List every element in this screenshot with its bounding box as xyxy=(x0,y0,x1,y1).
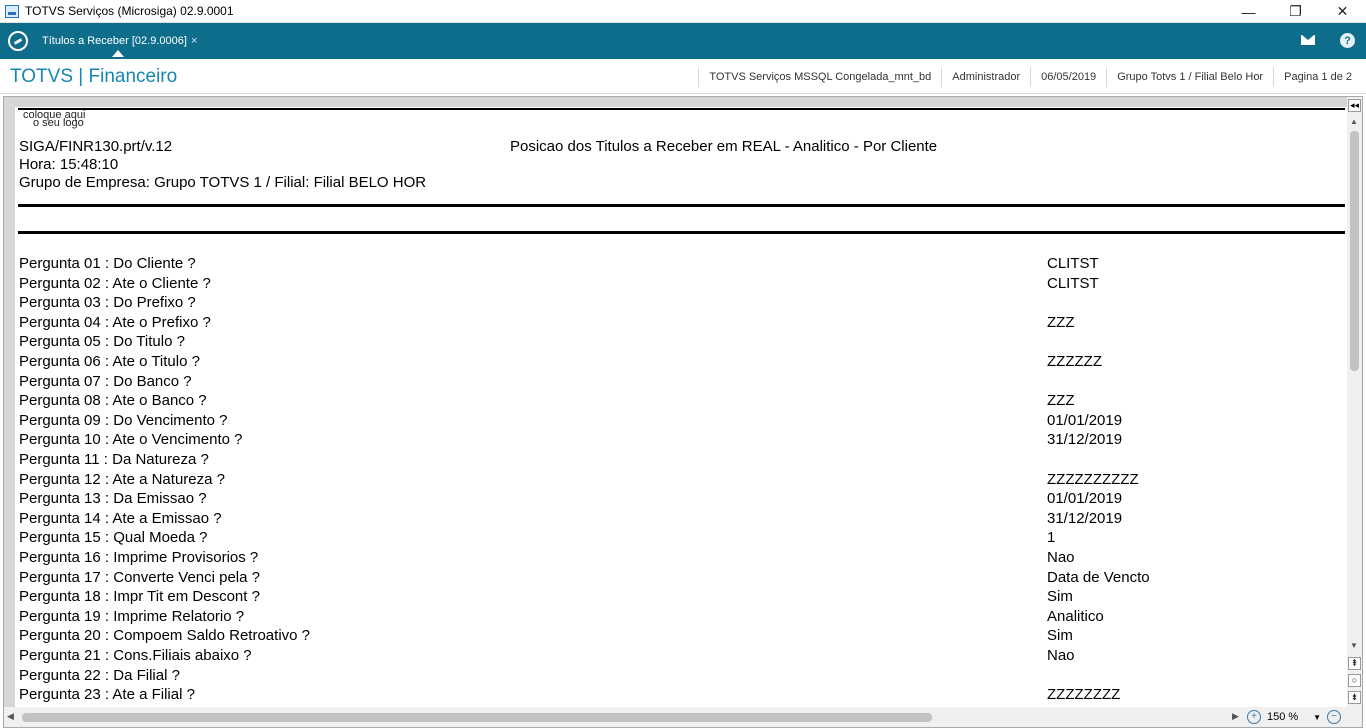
logo-line-2: o seu logo xyxy=(33,117,84,129)
horizontal-scrollbar[interactable]: ◀ ▶ xyxy=(4,707,1244,727)
scroll-right-arrow[interactable]: ▶ xyxy=(1232,711,1239,722)
question-label: Pergunta 23 : Ate a Filial ? xyxy=(19,686,195,703)
question-label: Pergunta 19 : Imprime Relatorio ? xyxy=(19,608,245,625)
question-label: Pergunta 13 : Da Emissao ? xyxy=(19,490,207,507)
tab-close-icon[interactable]: × xyxy=(191,35,197,47)
question-value: Sim xyxy=(1047,588,1073,605)
question-label: Pergunta 14 : Ate a Emissao ? xyxy=(19,510,222,527)
report-viewer: coloque aqui o seu logo SIGA/FINR130.prt… xyxy=(3,96,1363,728)
totvs-menu-icon[interactable] xyxy=(8,31,28,51)
question-label: Pergunta 02 : Ate o Cliente ? xyxy=(19,275,211,292)
horizontal-scroll-thumb[interactable] xyxy=(22,713,932,722)
question-value: ZZZZZZZZ xyxy=(1047,686,1121,703)
question-label: Pergunta 01 : Do Cliente ? xyxy=(19,255,196,272)
question-value: Analitico xyxy=(1047,608,1104,625)
page-up-button[interactable]: ⇞ xyxy=(1348,657,1361,670)
page-down-button[interactable]: ⇟ xyxy=(1348,691,1361,704)
question-label: Pergunta 16 : Imprime Provisorios ? xyxy=(19,549,259,566)
session-info: TOTVS Serviços MSSQL Congelada_mnt_bd Ad… xyxy=(698,59,1362,94)
question-label: Pergunta 04 : Ate o Prefixo ? xyxy=(19,314,211,331)
question-value: ZZZZZZZZZZ xyxy=(1047,471,1139,488)
close-button[interactable]: ✕ xyxy=(1319,0,1366,23)
window-title: TOTVS Serviços (Microsiga) 02.9.0001 xyxy=(25,4,234,18)
report-title: Posicao dos Titulos a Receber em REAL - … xyxy=(510,138,938,155)
question-label: Pergunta 12 : Ate a Natureza ? xyxy=(19,471,225,488)
company-logo-placeholder: coloque aqui o seu logo xyxy=(23,110,85,129)
scroll-up-arrow[interactable]: ▲ xyxy=(1350,117,1358,126)
company-info: Grupo Totvs 1 / Filial Belo Hor xyxy=(1106,66,1273,87)
question-label: Pergunta 05 : Do Titulo ? xyxy=(19,333,185,350)
question-value: 01/01/2019 xyxy=(1047,490,1123,507)
module-header: TOTVS | Financeiro TOTVS Serviços MSSQL … xyxy=(0,59,1366,94)
question-label: Pergunta 07 : Do Banco ? xyxy=(19,373,192,390)
question-value: CLITST xyxy=(1047,275,1099,292)
environment-info: TOTVS Serviços MSSQL Congelada_mnt_bd xyxy=(698,66,941,87)
question-label: Pergunta 15 : Qual Moeda ? xyxy=(19,529,208,546)
question-value: 31/12/2019 xyxy=(1047,510,1123,527)
app-icon xyxy=(5,4,19,18)
mail-icon[interactable] xyxy=(1301,35,1315,45)
restore-button[interactable]: ❐ xyxy=(1272,0,1319,23)
user-info: Administrador xyxy=(941,66,1030,87)
window-titlebar: TOTVS Serviços (Microsiga) 02.9.0001 — ❐… xyxy=(0,0,1366,23)
report-time: Hora: 15:48:10 xyxy=(19,156,119,173)
tab-bar: Títulos a Receber [02.9.0006] × xyxy=(0,23,1366,59)
question-value: CLITST xyxy=(1047,255,1099,272)
active-tab-indicator xyxy=(112,50,124,57)
question-value: Data de Vencto xyxy=(1047,569,1150,586)
scroll-down-arrow[interactable]: ▼ xyxy=(1350,641,1358,650)
vertical-scrollbar[interactable]: ◂◂ ▲ ▼ ⇞ ○ ⇟ xyxy=(1347,97,1362,707)
zoom-select[interactable]: 150 % ▼ xyxy=(1264,709,1324,725)
tab-label: Títulos a Receber [02.9.0006] xyxy=(42,35,187,47)
help-icon[interactable]: ? xyxy=(1340,33,1355,48)
vertical-scroll-thumb[interactable] xyxy=(1350,131,1359,371)
question-value: Sim xyxy=(1047,627,1073,644)
report-page: coloque aqui o seu logo SIGA/FINR130.prt… xyxy=(15,107,1347,707)
chevron-down-icon: ▼ xyxy=(1313,712,1321,722)
question-label: Pergunta 03 : Do Prefixo ? xyxy=(19,294,196,311)
collapse-panel-button[interactable]: ◂◂ xyxy=(1348,99,1361,112)
question-value: ZZZ xyxy=(1047,392,1075,409)
zoom-value: 150 % xyxy=(1267,711,1299,723)
question-label: Pergunta 10 : Ate o Vencimento ? xyxy=(19,431,243,448)
question-value: 31/12/2019 xyxy=(1047,431,1123,448)
zoom-in-icon[interactable]: + xyxy=(1247,710,1261,724)
question-value: 01/01/2019 xyxy=(1047,412,1123,429)
question-value: 1 xyxy=(1047,529,1056,546)
scroll-left-arrow[interactable]: ◀ xyxy=(7,711,14,722)
question-value: Nao xyxy=(1047,647,1075,664)
header-rule xyxy=(18,204,1345,207)
question-label: Pergunta 09 : Do Vencimento ? xyxy=(19,412,228,429)
page-center-button[interactable]: ○ xyxy=(1348,674,1361,687)
question-label: Pergunta 18 : Impr Tit em Descont ? xyxy=(19,588,260,605)
question-label: Pergunta 22 : Da Filial ? xyxy=(19,667,180,684)
module-title: TOTVS | Financeiro xyxy=(10,66,178,87)
question-label: Pergunta 21 : Cons.Filiais abaixo ? xyxy=(19,647,252,664)
page-info: Pagina 1 de 2 xyxy=(1273,66,1362,87)
question-label: Pergunta 11 : Da Natureza ? xyxy=(19,451,209,468)
section-rule xyxy=(18,231,1345,234)
zoom-control: + 150 % ▼ − xyxy=(1244,707,1362,727)
window-controls: — ❐ ✕ xyxy=(1225,0,1366,23)
question-value: ZZZ xyxy=(1047,314,1075,331)
minimize-button[interactable]: — xyxy=(1225,0,1272,23)
question-label: Pergunta 08 : Ate o Banco ? xyxy=(19,392,207,409)
question-label: Pergunta 06 : Ate o Titulo ? xyxy=(19,353,200,370)
question-value: ZZZZZZ xyxy=(1047,353,1102,370)
report-company-group: Grupo de Empresa: Grupo TOTVS 1 / Filial… xyxy=(19,174,427,191)
question-label: Pergunta 17 : Converte Venci pela ? xyxy=(19,569,260,586)
question-value: Nao xyxy=(1047,549,1075,566)
question-label: Pergunta 20 : Compoem Saldo Retroativo ? xyxy=(19,627,310,644)
date-info: 06/05/2019 xyxy=(1030,66,1106,87)
zoom-out-icon[interactable]: − xyxy=(1327,710,1341,724)
top-rule xyxy=(18,108,1345,110)
report-program: SIGA/FINR130.prt/v.12 xyxy=(19,138,173,155)
